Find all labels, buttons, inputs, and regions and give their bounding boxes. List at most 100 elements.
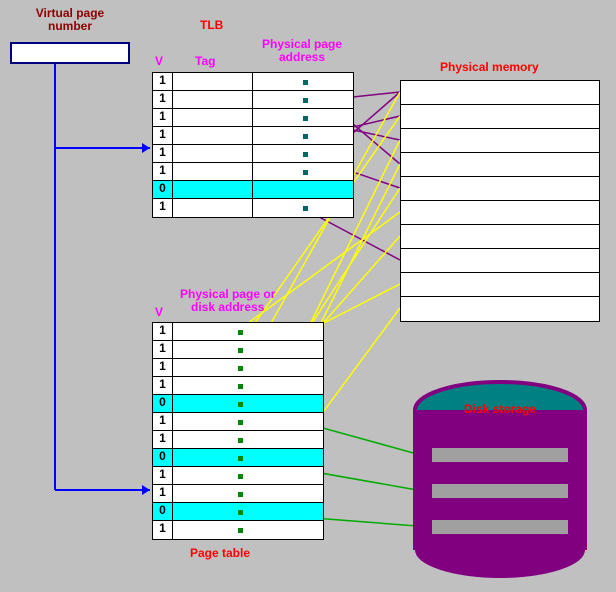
pt-v-header: V [155,305,163,319]
pt-mapping-dot [238,456,243,461]
tlb-row: 0 [153,181,353,199]
pt-valid-cell: 0 [153,395,173,412]
page-table-row: 0 [153,449,323,467]
pt-valid-cell: 1 [153,341,173,358]
page-table-row: 1 [153,431,323,449]
tlb-row: 1 [153,145,353,163]
pt-mapping-dot [238,330,243,335]
tlb-ppa-cell [253,127,353,144]
page-table-row: 1 [153,467,323,485]
tlb-row: 1 [153,163,353,181]
pt-addr-cell [173,413,323,430]
physical-memory-row [401,201,599,225]
pt-addr-cell [173,449,323,466]
physical-memory-row [401,249,599,273]
tlb-tag-cell [173,181,253,198]
pt-mapping-dot [238,438,243,443]
tlb-ppa-cell [253,145,353,162]
page-table-row: 1 [153,413,323,431]
pt-valid-cell: 0 [153,449,173,466]
tlb-valid-cell: 0 [153,181,173,198]
tlb-valid-cell: 1 [153,163,173,180]
pt-mapping-dot [238,492,243,497]
tlb-title: TLB [200,18,223,32]
pt-addr-cell [173,431,323,448]
tlb-mapping-dot [303,134,308,139]
tlb-ppa-cell [253,91,353,108]
tlb-v-header: V [155,54,163,68]
pt-mapping-dot [238,528,243,533]
physical-memory-table [400,80,600,322]
page-table-row: 1 [153,359,323,377]
tlb-ppa-cell [253,73,353,90]
tlb-mapping-dot [303,152,308,157]
tlb-ppa-cell [253,181,353,198]
physical-memory-row [401,177,599,201]
pt-addr-cell [173,467,323,484]
pt-mapping-dot [238,474,243,479]
tlb-row: 1 [153,127,353,145]
tlb-ppa-header: Physical page address [262,38,342,64]
tlb-tag-cell [173,199,253,217]
tlb-valid-cell: 1 [153,127,173,144]
tlb-valid-cell: 1 [153,145,173,162]
tlb-mapping-dot [303,80,308,85]
pt-addr-cell [173,395,323,412]
physical-memory-row [401,225,599,249]
pt-valid-cell: 1 [153,485,173,502]
pt-valid-cell: 1 [153,377,173,394]
pt-mapping-dot [238,510,243,515]
tlb-row: 1 [153,109,353,127]
page-table-row: 1 [153,485,323,503]
physical-memory-row [401,153,599,177]
tlb-valid-cell: 1 [153,199,173,217]
pt-valid-cell: 1 [153,323,173,340]
pt-addr-cell [173,503,323,520]
pt-valid-cell: 0 [153,503,173,520]
pt-mapping-dot [238,402,243,407]
physical-memory-row [401,105,599,129]
physical-memory-row [401,297,599,321]
pt-addr-cell [173,359,323,376]
page-table: 111101101101 [152,322,324,540]
disk-storage-label: Disk storage [455,402,545,416]
pt-valid-cell: 1 [153,359,173,376]
pt-addr-cell [173,521,323,539]
tlb-valid-cell: 1 [153,91,173,108]
tlb-valid-cell: 1 [153,109,173,126]
pt-valid-cell: 1 [153,431,173,448]
pt-addr-cell [173,323,323,340]
tlb-tag-header: Tag [195,54,215,68]
pt-mapping-dot [238,420,243,425]
tlb-ppa-cell [253,109,353,126]
virtual-page-number-box [10,42,130,64]
pt-valid-cell: 1 [153,413,173,430]
tlb-table: 11111101 [152,72,354,218]
page-table-row: 1 [153,377,323,395]
tlb-row: 1 [153,91,353,109]
tlb-tag-cell [173,73,253,90]
page-table-row: 1 [153,323,323,341]
virtual-page-number-label: Virtual page number [20,7,120,33]
physical-memory-row [401,81,599,105]
tlb-tag-cell [173,163,253,180]
pt-valid-cell: 1 [153,467,173,484]
pt-addr-cell [173,485,323,502]
tlb-row: 1 [153,199,353,217]
tlb-row: 1 [153,73,353,91]
physical-memory-row [401,273,599,297]
tlb-tag-cell [173,145,253,162]
page-table-label: Page table [190,546,250,560]
tlb-ppa-cell [253,199,353,217]
tlb-ppa-cell [253,163,353,180]
page-table-row: 0 [153,503,323,521]
tlb-mapping-dot [303,170,308,175]
tlb-mapping-dot [303,98,308,103]
pt-mapping-dot [238,348,243,353]
physical-memory-row [401,129,599,153]
page-table-row: 1 [153,521,323,539]
pt-addr-header: Physical page or disk address [180,288,275,314]
tlb-tag-cell [173,109,253,126]
pt-valid-cell: 1 [153,521,173,539]
pt-addr-cell [173,341,323,358]
